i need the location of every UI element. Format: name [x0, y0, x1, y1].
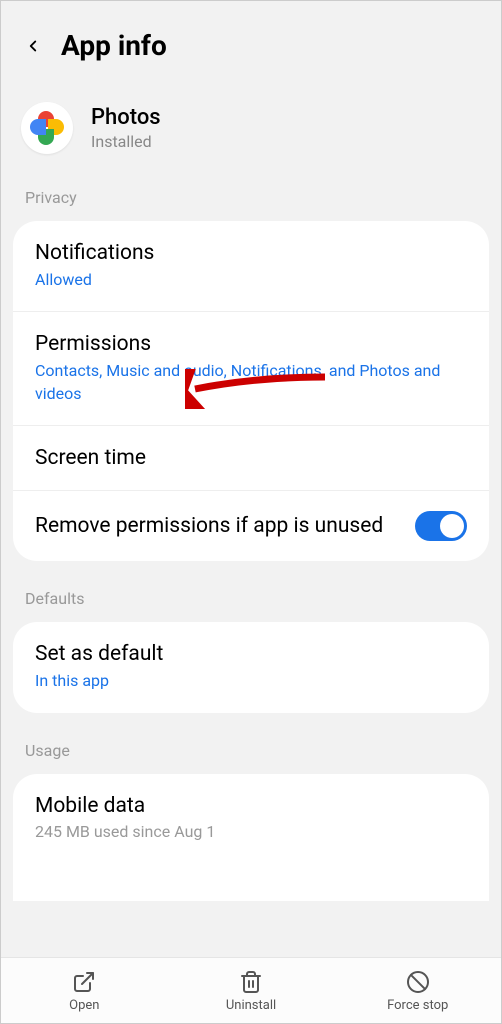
section-label-privacy: Privacy — [13, 180, 489, 221]
bottom-bar: Open Uninstall Force stop — [1, 957, 501, 1023]
remove-permissions-toggle[interactable] — [415, 511, 467, 541]
open-icon — [72, 970, 96, 994]
open-label: Open — [69, 998, 99, 1013]
uninstall-label: Uninstall — [226, 998, 276, 1013]
set-as-default-title: Set as default — [35, 642, 467, 666]
page-title: App info — [61, 29, 167, 62]
photos-icon — [28, 109, 66, 147]
uninstall-button[interactable]: Uninstall — [168, 970, 335, 1013]
stop-icon — [406, 970, 430, 994]
app-name: Photos — [91, 105, 161, 130]
screen-time-title: Screen time — [35, 446, 467, 470]
permissions-item[interactable]: Permissions Contacts, Music and audio, N… — [13, 312, 489, 426]
permissions-title: Permissions — [35, 332, 467, 356]
app-header-row: Photos Installed — [13, 84, 489, 180]
section-label-defaults: Defaults — [13, 581, 489, 622]
remove-permissions-title: Remove permissions if app is unused — [35, 512, 395, 540]
mobile-data-item[interactable]: Mobile data 245 MB used since Aug 1 — [13, 774, 489, 861]
trash-icon — [239, 970, 263, 994]
force-stop-label: Force stop — [387, 998, 448, 1013]
mobile-data-sub: 245 MB used since Aug 1 — [35, 822, 467, 841]
screen-time-item[interactable]: Screen time — [13, 426, 489, 491]
notifications-title: Notifications — [35, 241, 467, 265]
remove-permissions-item[interactable]: Remove permissions if app is unused — [13, 491, 489, 561]
back-icon[interactable] — [21, 34, 45, 58]
app-status: Installed — [91, 132, 161, 151]
section-label-usage: Usage — [13, 733, 489, 774]
set-as-default-item[interactable]: Set as default In this app — [13, 622, 489, 712]
permissions-sub: Contacts, Music and audio, Notifications… — [35, 360, 467, 405]
notifications-item[interactable]: Notifications Allowed — [13, 221, 489, 312]
open-button[interactable]: Open — [1, 970, 168, 1013]
app-icon — [21, 102, 73, 154]
force-stop-button[interactable]: Force stop — [334, 970, 501, 1013]
set-as-default-sub: In this app — [35, 670, 467, 692]
notifications-sub: Allowed — [35, 269, 467, 291]
mobile-data-title: Mobile data — [35, 794, 467, 818]
